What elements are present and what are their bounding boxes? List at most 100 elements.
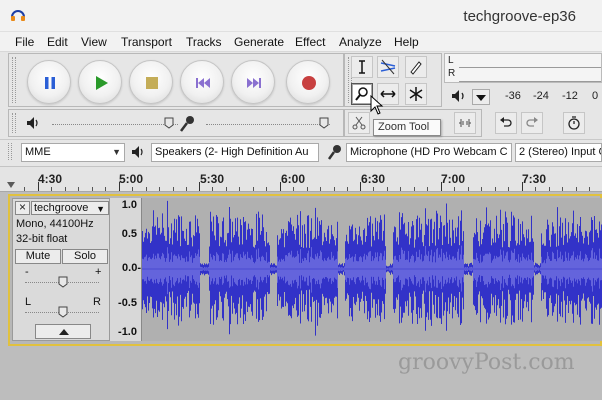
- pencil-icon: [410, 61, 422, 75]
- pan-slider-thumb[interactable]: [58, 306, 68, 318]
- mixer-toolbar: [8, 109, 344, 137]
- close-track-button[interactable]: ×: [15, 201, 30, 215]
- menu-transport[interactable]: Transport: [121, 35, 172, 49]
- audio-host-select[interactable]: MME ▼: [21, 143, 125, 162]
- playback-volume-slider[interactable]: [52, 124, 178, 125]
- pan-left-label: L: [25, 296, 32, 308]
- recording-volume-thumb[interactable]: [319, 117, 329, 129]
- meter-right-bar: [459, 81, 601, 82]
- amplitude-scale[interactable]: 1.0 0.5 0.0- -0.5 -1.0: [110, 198, 142, 341]
- menu-bar: File Edit View Transport Tracks Generate…: [0, 32, 602, 52]
- ruler-minor-tick: [92, 187, 93, 191]
- gain-slider-thumb[interactable]: [58, 276, 68, 288]
- menu-tracks[interactable]: Tracks: [186, 35, 222, 49]
- cut-button[interactable]: [348, 112, 370, 134]
- audacity-logo-icon: [11, 10, 25, 21]
- track-bitdepth-info: 32-bit float: [16, 233, 68, 245]
- ruler-minor-tick: [132, 187, 133, 191]
- menu-effect[interactable]: Effect: [295, 35, 325, 49]
- ruler-minor-tick: [226, 187, 227, 191]
- ruler-minor-tick: [51, 187, 52, 191]
- track-control-panel[interactable]: × techgroove ▼ Mono, 44100Hz 32-bit float…: [12, 198, 110, 341]
- menu-edit[interactable]: Edit: [47, 35, 68, 49]
- chevron-down-icon: ▼: [96, 204, 105, 214]
- track-name-menu[interactable]: techgroove ▼: [31, 201, 109, 215]
- ruler-label: 5:30: [200, 172, 225, 186]
- amplitude-label: 0.5: [121, 228, 137, 240]
- record-icon: [302, 76, 316, 90]
- speaker-icon: [132, 146, 143, 158]
- scissors-icon: [352, 116, 366, 130]
- ruler-minor-tick: [320, 187, 321, 191]
- sync-lock-button[interactable]: [563, 112, 585, 134]
- speaker-icon: [452, 90, 464, 102]
- record-button[interactable]: [286, 60, 330, 104]
- playback-volume-icon: [27, 117, 38, 129]
- menu-generate[interactable]: Generate: [234, 35, 284, 49]
- meter-right-label: R: [448, 68, 456, 79]
- multi-tool-button[interactable]: [405, 83, 427, 105]
- playback-device-select[interactable]: Speakers (2- High Definition Au: [151, 143, 319, 162]
- recording-volume-slider[interactable]: [206, 124, 330, 125]
- mute-button[interactable]: Mute: [15, 249, 61, 264]
- meter-left-bar: [459, 67, 601, 68]
- draw-tool-button[interactable]: [405, 56, 427, 78]
- meter-display[interactable]: L R: [444, 53, 602, 83]
- chevron-down-icon: ▼: [112, 147, 121, 157]
- ruler-minor-tick: [146, 187, 147, 191]
- undo-button[interactable]: [495, 112, 517, 134]
- skip-to-end-button[interactable]: [231, 60, 275, 104]
- track-name: techgroove: [34, 202, 89, 214]
- skip-to-start-button[interactable]: [180, 60, 224, 104]
- meter-menu-icon[interactable]: [472, 89, 490, 105]
- mouse-cursor-icon: [370, 95, 384, 115]
- microphone-icon: [327, 145, 341, 160]
- play-button[interactable]: [78, 60, 122, 104]
- timeline-ruler[interactable]: 4:30 5:00 5:30 6:00 6:30 7:00 7:30: [0, 166, 602, 192]
- redo-icon: [526, 117, 538, 127]
- solo-button[interactable]: Solo: [62, 249, 108, 264]
- amplitude-label: -1.0: [118, 326, 137, 338]
- ruler-label: 7:00: [441, 172, 466, 186]
- envelope-icon: [380, 59, 396, 75]
- ruler-minor-tick: [173, 187, 174, 191]
- menu-view[interactable]: View: [81, 35, 107, 49]
- menu-analyze[interactable]: Analyze: [339, 35, 382, 49]
- ruler-minor-tick: [427, 187, 428, 191]
- microphone-icon: [180, 116, 194, 132]
- play-icon: [96, 76, 108, 90]
- redo-button[interactable]: [521, 112, 543, 134]
- ruler-label: 5:00: [119, 172, 144, 186]
- collapse-track-button[interactable]: [35, 324, 91, 339]
- ruler-minor-tick: [307, 187, 308, 191]
- recording-channels-select[interactable]: 2 (Stereo) Input C: [515, 143, 602, 162]
- menu-file[interactable]: File: [15, 35, 34, 49]
- skip-to-end-icon: [247, 78, 261, 88]
- ruler-minor-tick: [576, 187, 577, 191]
- recording-device-select[interactable]: Microphone (HD Pro Webcam C: [346, 143, 512, 162]
- waveform-silence-icon: [459, 119, 471, 127]
- ruler-minor-tick: [481, 187, 482, 191]
- ruler-minor-tick: [373, 187, 374, 191]
- waveform-display[interactable]: [142, 198, 602, 341]
- ruler-minor-tick: [549, 187, 550, 191]
- playback-device-value: Speakers (2- High Definition Au: [155, 146, 309, 158]
- selection-tool-button[interactable]: [351, 56, 373, 78]
- gain-minus-label: -: [25, 266, 29, 278]
- toolbar-grip[interactable]: [12, 57, 16, 103]
- envelope-tool-button[interactable]: [377, 56, 399, 78]
- ruler-minor-tick: [454, 187, 455, 191]
- ruler-minor-tick: [159, 187, 160, 191]
- pan-right-label: R: [93, 296, 101, 308]
- ruler-minor-tick: [239, 187, 240, 191]
- ruler-minor-tick: [293, 187, 294, 191]
- playback-volume-thumb[interactable]: [164, 117, 174, 129]
- pause-button[interactable]: [27, 60, 71, 104]
- toolbar-grip[interactable]: [12, 113, 16, 133]
- toolbar-grip[interactable]: [8, 143, 12, 160]
- ruler-minor-tick: [334, 187, 335, 191]
- ruler-minor-tick: [105, 187, 106, 191]
- stop-button[interactable]: [129, 60, 173, 104]
- menu-help[interactable]: Help: [394, 35, 419, 49]
- silence-audio-button[interactable]: [454, 112, 476, 134]
